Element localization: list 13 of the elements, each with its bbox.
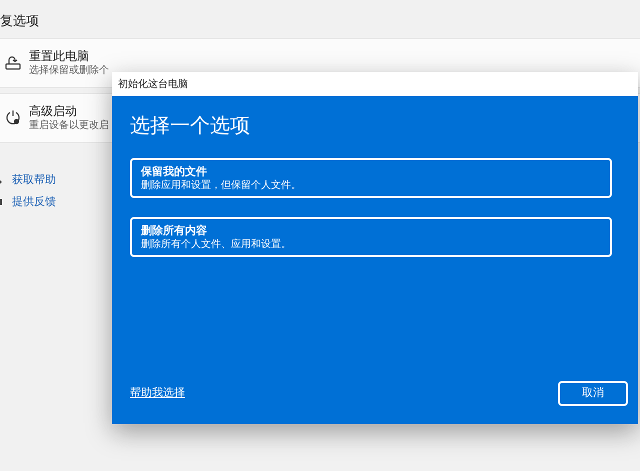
page-title: 复选项 — [0, 14, 39, 30]
card-subtitle: 重启设备以更改启 — [29, 119, 109, 132]
card-title: 重置此电脑 — [29, 49, 89, 64]
card-title: 高级启动 — [29, 104, 77, 119]
feedback-link[interactable]: 提供反馈 — [12, 195, 56, 209]
dialog-heading: 选择一个选项 — [130, 112, 250, 138]
option-button[interactable]: 保留我的文件 删除应用和设置，但保留个人文件。 — [130, 158, 612, 198]
option-button[interactable]: 删除所有内容 删除所有个人文件、应用和设置。 — [130, 217, 612, 257]
help-link[interactable]: 获取帮助 — [12, 173, 56, 187]
card-subtitle: 选择保留或删除个 — [29, 64, 109, 77]
cancel-button[interactable]: 取消 — [558, 381, 628, 406]
clock-gear-icon — [4, 109, 22, 127]
help-link[interactable]: 帮助我选择 — [130, 385, 185, 402]
